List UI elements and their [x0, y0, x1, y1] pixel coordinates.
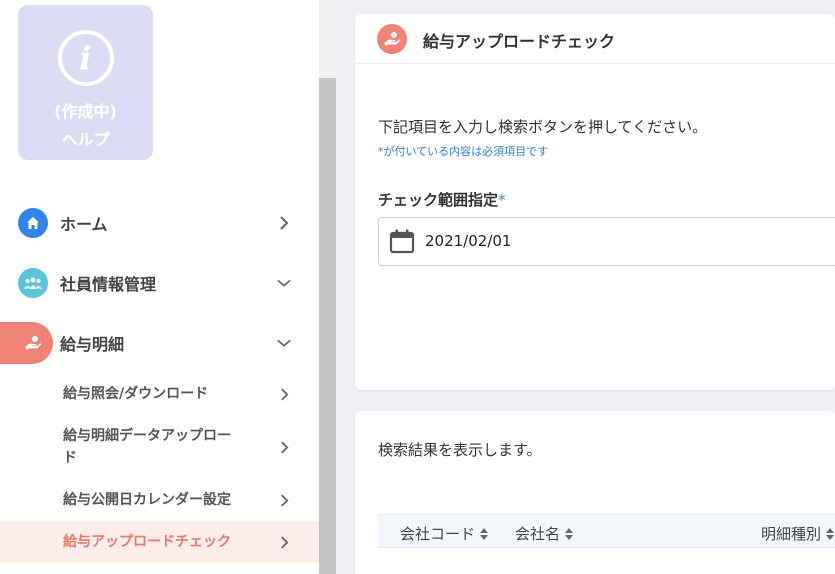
sidebar-subitem-label-line2: ド — [63, 450, 77, 466]
chevron-right-icon — [277, 216, 291, 230]
sidebar-subitem-salary-inquiry[interactable]: 給与照会/ダウンロード — [0, 381, 319, 407]
help-card[interactable]: i (作成中) ヘルプ — [18, 5, 153, 160]
chevron-down-icon — [277, 336, 291, 350]
results-card: 検索結果を表示します。 会社コード 会社名 明細種別 — [355, 411, 835, 574]
info-icon: i — [57, 30, 114, 86]
help-title: ヘルプ — [61, 130, 110, 149]
sidebar-subitem-label: 給与アップロードチェック — [63, 534, 231, 550]
sidebar-subitem-upload-check[interactable]: 給与アップロードチェック — [0, 521, 319, 563]
home-icon — [18, 208, 48, 238]
required-mark: * — [498, 191, 506, 209]
sort-icon[interactable] — [480, 527, 489, 540]
sidebar-item-label: ホーム — [60, 215, 108, 234]
sidebar-item-payroll[interactable]: 給与明細 — [0, 322, 319, 364]
results-text: 検索結果を表示します。 — [378, 441, 542, 459]
hand-money-icon — [18, 328, 48, 358]
column-company-name[interactable]: 会社名 — [515, 523, 574, 544]
column-header-label: 会社名 — [515, 525, 561, 543]
check-range-label-text: チェック範囲指定 — [378, 191, 499, 209]
column-statement-type[interactable]: 明細種別 — [761, 523, 835, 544]
chevron-right-icon — [277, 535, 291, 549]
calendar-icon[interactable] — [389, 228, 415, 254]
people-icon — [18, 268, 48, 298]
sidebar-subitem-release-calendar[interactable]: 給与公開日カレンダー設定 — [0, 487, 319, 513]
card-header: 給与アップロードチェック — [355, 14, 835, 64]
help-status: (作成中) — [54, 102, 117, 121]
instruction-text: 下記項目を入力し検索ボタンを押してください。 — [378, 118, 708, 136]
sidebar-subitem-payslip-upload[interactable]: 給与明細データアップロー ド — [0, 425, 319, 469]
sort-icon[interactable] — [826, 527, 835, 540]
chevron-down-icon — [277, 276, 291, 290]
sidebar-subitem-label: 給与照会/ダウンロード — [63, 386, 209, 402]
chevron-right-icon — [277, 440, 291, 454]
hand-money-icon — [377, 24, 407, 54]
column-company-code[interactable]: 会社コード — [400, 523, 489, 544]
help-label: (作成中) ヘルプ — [54, 98, 117, 154]
sidebar-item-home[interactable]: ホーム — [0, 202, 319, 244]
sidebar: i (作成中) ヘルプ ホーム 社員情報管理 給与明細 給与照会/ダウンロード … — [0, 0, 319, 574]
page-title: 給与アップロードチェック — [423, 32, 616, 51]
search-card: 給与アップロードチェック 下記項目を入力し検索ボタンを押してください。 *が付い… — [355, 14, 835, 390]
sidebar-item-label: 給与明細 — [60, 335, 125, 354]
column-header-label: 明細種別 — [761, 525, 822, 543]
check-range-label: チェック範囲指定* — [378, 189, 506, 210]
date-field[interactable] — [378, 217, 835, 266]
sidebar-subitem-label-line1: 給与明細データアップロー — [63, 428, 231, 444]
sidebar-subitem-label: 給与明細データアップロー ド — [63, 425, 231, 469]
sort-icon[interactable] — [565, 527, 574, 540]
sidebar-scrollbar-thumb[interactable] — [319, 78, 336, 574]
sidebar-item-label: 社員情報管理 — [60, 275, 157, 294]
sidebar-item-employee-info[interactable]: 社員情報管理 — [0, 262, 319, 304]
table-header: 会社コード 会社名 明細種別 — [378, 514, 835, 548]
date-input[interactable] — [425, 232, 619, 250]
chevron-right-icon — [277, 387, 291, 401]
column-header-label: 会社コード — [400, 525, 476, 543]
required-note: *が付いている内容は必須項目です — [378, 145, 549, 158]
sidebar-subitem-label: 給与公開日カレンダー設定 — [63, 492, 231, 508]
chevron-right-icon — [277, 493, 291, 507]
